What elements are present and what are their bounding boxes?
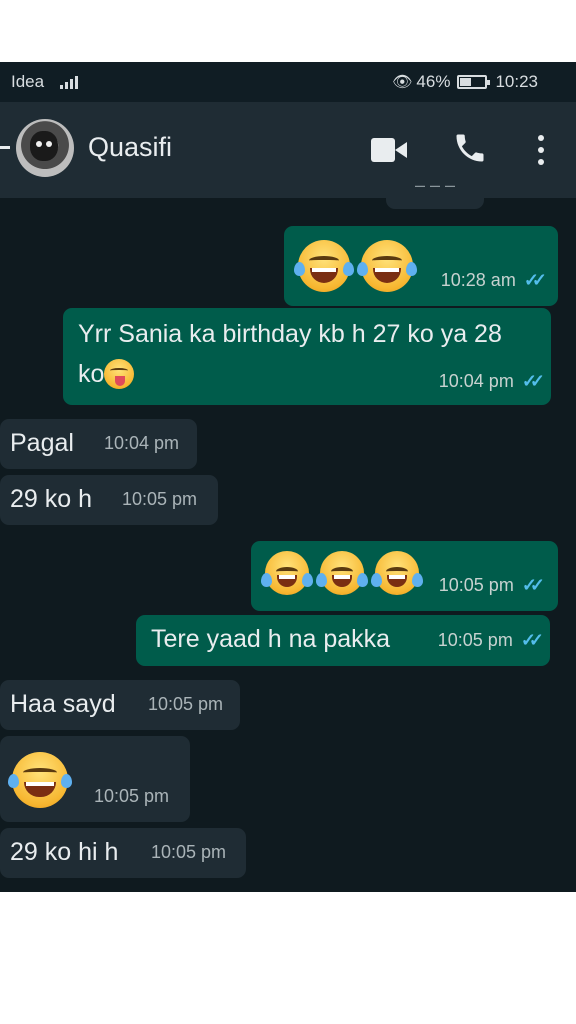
message-text: 29 ko h [10,485,93,513]
winking-face-with-tongue-emoji [104,359,135,389]
signal-icon [60,75,78,89]
message-outgoing[interactable]: Tere yaad h na pakka 10:05 pm ✓✓ [136,615,550,666]
battery-fill [460,78,472,86]
clock: 10:23 [495,72,538,91]
message-meta: 10:05 pm [122,479,197,519]
battery-icon [457,75,491,89]
message-text-line2: ko [78,354,135,394]
tears-of-joy-emoji [315,551,368,595]
battery-percent: 46% [416,72,451,91]
message-time: 10:05 pm [151,842,227,862]
emoji-row [294,240,417,292]
read-ticks-icon: ✓✓ [520,630,544,650]
message-text: Tere yaad h na pakka [151,625,391,653]
status-right: 👁 46% 10:23 [392,72,538,92]
message-text: Haa sayd [10,690,116,718]
message-incoming[interactable]: 10:05 pm [0,736,190,822]
message-outgoing[interactable]: 10:05 pm ✓✓ [251,541,558,611]
message-text: Pagal [10,429,74,457]
message-outgoing[interactable]: 10:28 am ✓✓ [284,226,558,306]
chat-header: Quasifi [0,102,576,198]
back-arrow-icon[interactable] [0,146,10,149]
message-time: 10:04 pm [438,371,514,391]
read-ticks-icon: ✓✓ [523,270,547,290]
tears-of-joy-emoji [356,240,417,292]
message-time: 10:28 am [440,270,516,290]
emoji-row [261,551,423,595]
eye-icon: 👁 [392,74,413,91]
more-options-icon[interactable] [537,135,545,165]
message-meta: 10:05 pm ✓✓ [438,565,545,605]
video-lens [395,142,407,158]
message-time: 10:05 pm [94,786,170,806]
message-time: 10:04 pm [104,433,180,453]
message-meta: 10:05 pm [148,684,223,724]
page: Idea 👁 46% 10:23 Quasifi ‒ ‒ ‒ 10:28 am … [0,0,576,1024]
carrier-label: Idea [11,72,45,91]
video-call-icon[interactable] [371,138,407,162]
avatar[interactable] [16,119,74,177]
read-ticks-icon: ✓✓ [521,575,545,595]
message-meta: 10:05 pm ✓✓ [437,620,544,660]
phone-screen: Idea 👁 46% 10:23 Quasifi ‒ ‒ ‒ 10:28 am … [0,62,576,892]
tears-of-joy-emoji [294,240,354,292]
message-incoming[interactable]: Pagal 10:04 pm [0,419,197,469]
message-incoming[interactable]: 29 ko hi h 10:05 pm [0,828,246,878]
message-time: 10:05 pm [437,630,513,650]
status-bar: Idea 👁 46% 10:23 [0,62,576,102]
avatar-face [30,131,58,161]
read-ticks-icon: ✓✓ [521,371,545,391]
message-time: 10:05 pm [148,694,224,714]
contact-name[interactable]: Quasifi [88,132,172,163]
tears-of-joy-emoji [370,551,423,595]
message-meta: 10:05 pm [94,776,169,816]
message-time: 10:05 pm [122,489,198,509]
message-incoming[interactable]: 29 ko h 10:05 pm [0,475,218,525]
tears-of-joy-emoji [8,752,72,808]
message-outgoing[interactable]: Yrr Sania ka birthday kb h 27 ko ya 28 k… [63,308,551,405]
tears-of-joy-emoji [261,551,313,595]
message-text: 29 ko hi h [10,838,119,866]
message-meta: 10:28 am ✓✓ [440,260,547,300]
message-meta: 10:05 pm [151,832,226,872]
previous-message-tail: ‒ ‒ ‒ [386,177,484,209]
message-text: Yrr Sania ka birthday kb h 27 ko ya 28 [78,320,502,348]
message-incoming[interactable]: Haa sayd 10:05 pm [0,680,240,730]
message-meta: 10:04 pm ✓✓ [438,361,545,401]
voice-call-icon[interactable] [452,130,488,166]
message-meta: 10:04 pm [104,423,179,463]
video-body [371,138,395,162]
message-time: 10:05 pm [438,575,514,595]
message-text-continued: ko [78,360,105,388]
